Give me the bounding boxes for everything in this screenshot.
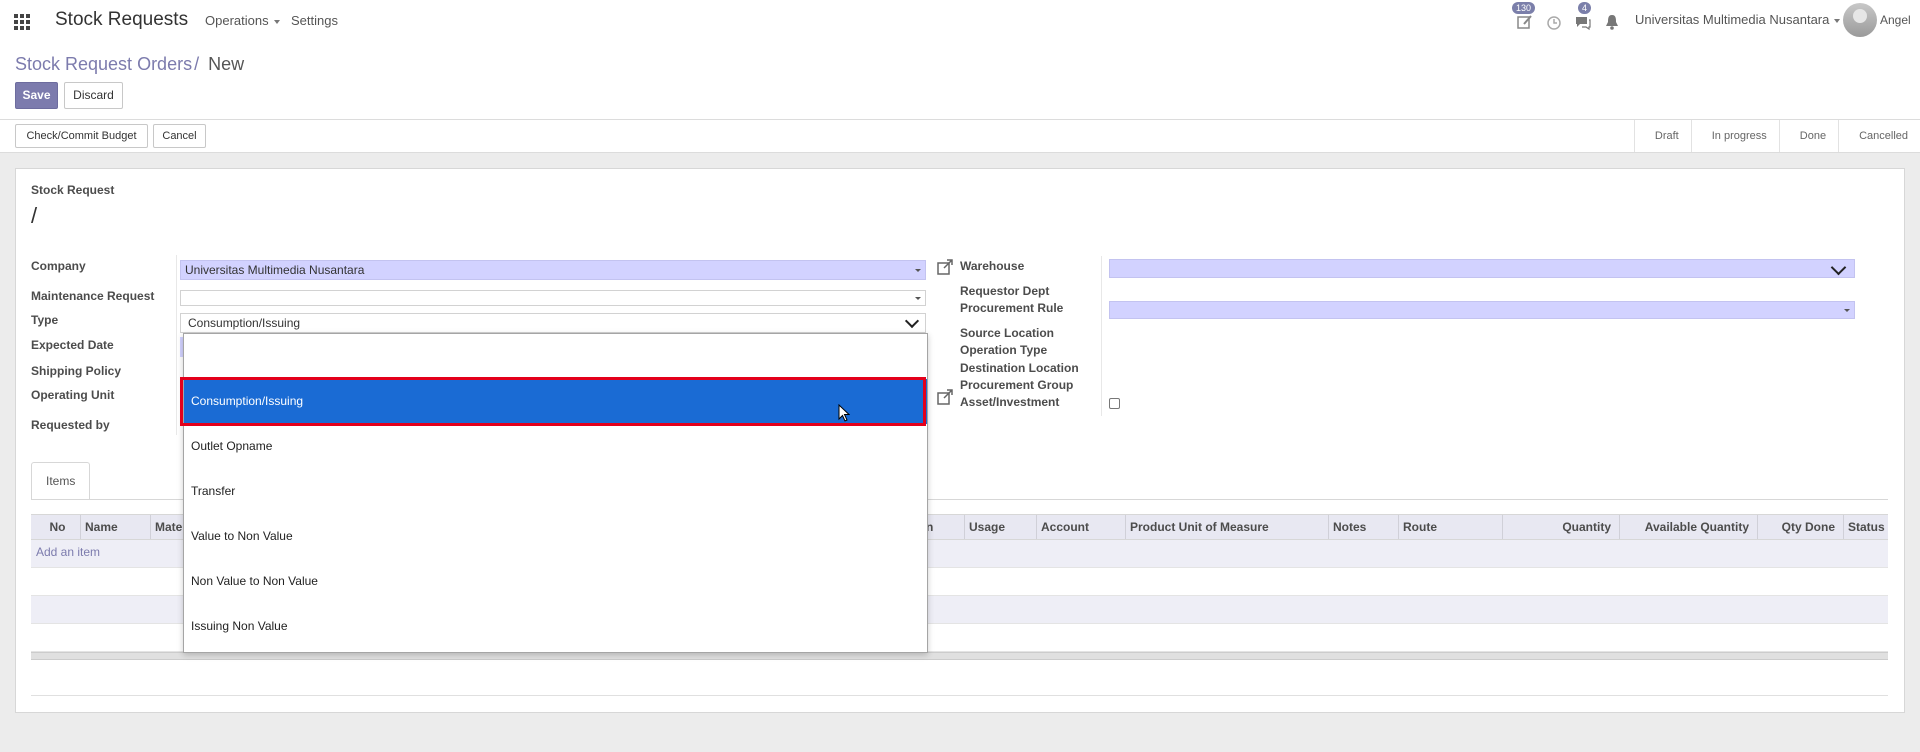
external-link-icon[interactable] bbox=[937, 259, 953, 275]
app-title[interactable]: Stock Requests bbox=[55, 9, 188, 31]
bell-icon[interactable] bbox=[1603, 13, 1621, 31]
requested-by-label: Requested by bbox=[31, 418, 110, 432]
chat-icon[interactable] bbox=[1574, 13, 1592, 31]
chevron-down-icon bbox=[904, 313, 920, 329]
stage-draft[interactable]: Draft bbox=[1633, 120, 1691, 152]
destination-location-label: Destination Location bbox=[960, 361, 1079, 375]
chevron-down-icon bbox=[1830, 259, 1847, 276]
maintenance-request-field[interactable] bbox=[180, 290, 926, 306]
warehouse-label: Warehouse bbox=[960, 259, 1025, 273]
clock-icon[interactable] bbox=[1545, 13, 1563, 31]
control-panel: Stock Request Orders / New Save Discard bbox=[0, 42, 1920, 120]
shipping-policy-label: Shipping Policy bbox=[31, 364, 122, 378]
stage-in-progress[interactable]: In progress bbox=[1690, 120, 1779, 152]
column-header-qty-done[interactable]: Qty Done bbox=[1757, 515, 1843, 539]
apps-grid-icon[interactable] bbox=[14, 14, 30, 30]
company-field[interactable]: Universitas Multimedia Nusantara bbox=[180, 260, 926, 280]
requestor-dept-label: Requestor Dept bbox=[960, 284, 1050, 298]
company-label: Company bbox=[31, 259, 86, 273]
procurement-rule-field[interactable] bbox=[1109, 301, 1855, 319]
dropdown-caret-icon bbox=[1844, 309, 1850, 312]
asset-investment-checkbox[interactable] bbox=[1109, 398, 1120, 409]
right-label-column-divider bbox=[1101, 256, 1102, 416]
dropdown-option-empty[interactable] bbox=[184, 334, 927, 379]
asset-investment-label: Asset/Investment bbox=[960, 395, 1060, 409]
table-footer bbox=[31, 652, 1888, 660]
menu-operations[interactable]: Operations bbox=[205, 13, 280, 28]
form-statusbar: Check/Commit Budget Cancel Draft In prog… bbox=[0, 120, 1920, 153]
dropdown-caret-icon bbox=[915, 297, 921, 300]
company-switcher[interactable]: Universitas Multimedia Nusantara bbox=[1635, 12, 1840, 27]
column-header-notes[interactable]: Notes bbox=[1328, 515, 1398, 539]
breadcrumb-parent[interactable]: Stock Request Orders bbox=[15, 54, 192, 74]
stage-done[interactable]: Done bbox=[1778, 120, 1838, 152]
column-header-name[interactable]: Name bbox=[80, 515, 150, 539]
stage-cancelled[interactable]: Cancelled bbox=[1838, 120, 1920, 152]
dropdown-caret-icon bbox=[915, 269, 921, 272]
procurement-rule-label: Procurement Rule bbox=[960, 301, 1064, 315]
mouse-cursor-icon bbox=[838, 404, 850, 422]
column-header-usage[interactable]: Usage bbox=[964, 515, 1036, 539]
stock-request-name: / bbox=[31, 203, 38, 228]
type-label: Type bbox=[31, 313, 59, 327]
source-location-label: Source Location bbox=[960, 326, 1055, 340]
column-header-route[interactable]: Route bbox=[1398, 515, 1502, 539]
operation-type-label: Operation Type bbox=[960, 343, 1048, 357]
activity-count-badge: 130 bbox=[1512, 2, 1536, 14]
user-avatar[interactable] bbox=[1843, 3, 1877, 37]
save-button[interactable]: Save bbox=[15, 82, 58, 109]
activity-edit-icon[interactable] bbox=[1516, 13, 1534, 31]
menu-settings[interactable]: Settings bbox=[291, 13, 338, 28]
selected-option-highlight-box bbox=[180, 377, 926, 426]
sheet-divider bbox=[31, 695, 1888, 696]
discard-button[interactable]: Discard bbox=[64, 82, 123, 109]
type-select[interactable]: Consumption/Issuing bbox=[180, 313, 926, 333]
column-header-quantity[interactable]: Quantity bbox=[1502, 515, 1619, 539]
user-name[interactable]: Angel bbox=[1880, 13, 1911, 27]
breadcrumb-current: New bbox=[208, 54, 245, 74]
stage-pipeline: Draft In progress Done Cancelled bbox=[1633, 120, 1920, 152]
column-header-status[interactable]: Status bbox=[1843, 515, 1888, 539]
warehouse-select[interactable] bbox=[1109, 259, 1855, 278]
messages-count-badge: 4 bbox=[1578, 2, 1592, 14]
tab-items[interactable]: Items bbox=[31, 462, 91, 500]
dropdown-option-outlet-opname[interactable]: Outlet Opname bbox=[184, 424, 927, 469]
procurement-group-label: Procurement Group bbox=[960, 378, 1074, 392]
column-header-no[interactable]: No bbox=[31, 515, 80, 539]
add-item-link[interactable]: Add an item bbox=[36, 545, 100, 559]
external-link-icon[interactable] bbox=[937, 389, 953, 405]
dropdown-option-issuing-non-value[interactable]: Issuing Non Value bbox=[184, 604, 927, 649]
breadcrumb-separator: / bbox=[194, 54, 200, 74]
column-header-product-uom[interactable]: Product Unit of Measure bbox=[1125, 515, 1328, 539]
dropdown-option-transfer[interactable]: Transfer bbox=[184, 469, 927, 514]
expected-date-label: Expected Date bbox=[31, 338, 114, 352]
stock-request-title-label: Stock Request bbox=[31, 183, 115, 197]
breadcrumb: Stock Request Orders / New bbox=[15, 54, 244, 75]
label-column-divider bbox=[176, 255, 177, 435]
column-header-partial[interactable]: n bbox=[922, 515, 964, 539]
dropdown-option-non-value-to-non-value[interactable]: Non Value to Non Value bbox=[184, 559, 927, 604]
cancel-button[interactable]: Cancel bbox=[153, 124, 206, 148]
operating-unit-label: Operating Unit bbox=[31, 388, 115, 402]
maintenance-request-label: Maintenance Request bbox=[31, 289, 155, 303]
top-navbar: Stock Requests Operations Settings 130 4… bbox=[0, 0, 1920, 43]
column-header-available-quantity[interactable]: Available Quantity bbox=[1619, 515, 1757, 539]
dropdown-option-value-to-non-value[interactable]: Value to Non Value bbox=[184, 514, 927, 559]
column-header-account[interactable]: Account bbox=[1036, 515, 1125, 539]
check-commit-budget-button[interactable]: Check/Commit Budget bbox=[15, 124, 148, 148]
